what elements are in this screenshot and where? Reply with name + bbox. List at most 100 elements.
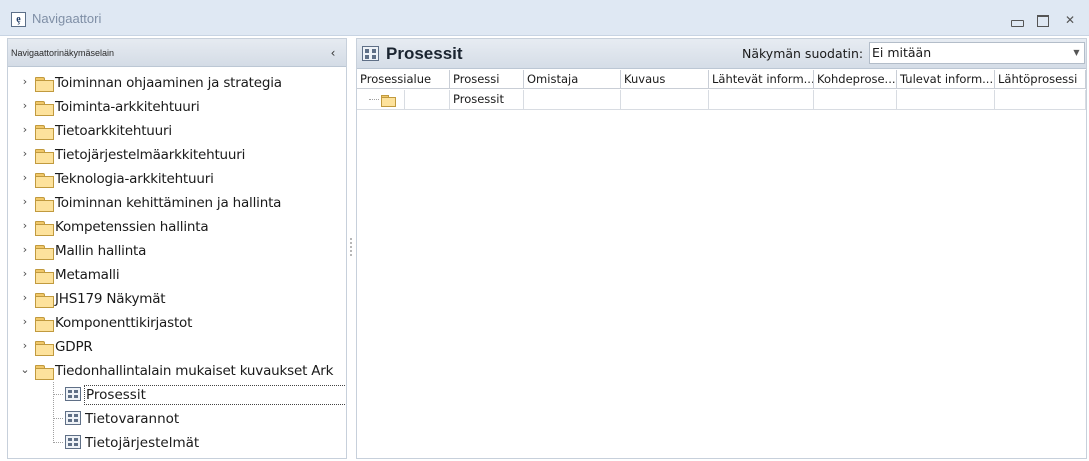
- column-header[interactable]: Prosessialue: [357, 70, 450, 89]
- collapse-panel-button[interactable]: ‹: [326, 45, 340, 61]
- chevron-right-icon[interactable]: ›: [18, 338, 32, 354]
- tree-child-tietojarjestelmat[interactable]: Tietojärjestelmät: [8, 431, 346, 455]
- content-panel-header: Prosessit Näkymän suodatin: Ei mitään ▼: [357, 39, 1086, 69]
- view-filter-value: Ei mitään: [872, 45, 932, 60]
- table-row[interactable]: Prosessit: [357, 90, 1086, 110]
- view-filter-label: Näkymän suodatin:: [742, 46, 864, 61]
- folder-icon: [381, 95, 396, 107]
- grid-header-row: Prosessialue Prosessi Omistaja Kuvaus Lä…: [357, 70, 1086, 89]
- folder-icon: [35, 221, 54, 236]
- tree-child-prosessit[interactable]: Prosessit: [8, 383, 346, 407]
- app-logo-icon: ȩ: [11, 12, 26, 27]
- folder-icon: [35, 317, 54, 332]
- page-title: Prosessit: [386, 44, 463, 63]
- tree-node-label: Komponenttikirjastot: [55, 315, 193, 331]
- table-cell: [995, 90, 1086, 110]
- table-cell: Prosessit: [450, 90, 524, 110]
- folder-icon: [35, 341, 54, 356]
- maximize-button[interactable]: [1034, 12, 1052, 28]
- navigator-tree: › Toiminnan ohjaaminen ja strategia › To…: [8, 71, 346, 457]
- folder-icon: [35, 101, 54, 116]
- grid-view-icon: [65, 435, 81, 449]
- content-panel: Prosessit Näkymän suodatin: Ei mitään ▼ …: [356, 38, 1087, 459]
- folder-open-icon: [35, 365, 54, 380]
- tree-node-expanded[interactable]: ⌄ Tiedonhallintalain mukaiset kuvaukset …: [8, 359, 346, 383]
- tree-node-label: Toiminnan kehittäminen ja hallinta: [55, 195, 282, 211]
- folder-icon: [35, 245, 54, 260]
- folder-icon: [35, 293, 54, 308]
- chevron-right-icon[interactable]: ›: [18, 266, 32, 282]
- tree-node[interactable]: › Komponenttikirjastot: [8, 311, 346, 335]
- tree-node[interactable]: › Kompetenssien hallinta: [8, 215, 346, 239]
- tree-connector-line: [53, 442, 63, 443]
- chevron-right-icon[interactable]: ›: [18, 146, 32, 162]
- tree-node[interactable]: › GDPR: [8, 335, 346, 359]
- tree-node-label: Toiminnan ohjaaminen ja strategia: [55, 75, 282, 91]
- tree-node-label: Kompetenssien hallinta: [55, 219, 209, 235]
- tree-node-label: Tietojärjestelmäarkkitehtuuri: [55, 147, 246, 163]
- folder-icon: [35, 269, 54, 284]
- tree-node-label: Toiminta-arkkitehtuuri: [55, 99, 200, 115]
- chevron-down-icon[interactable]: ⌄: [18, 362, 32, 378]
- folder-icon: [35, 149, 54, 164]
- tree-node[interactable]: › Mallin hallinta: [8, 239, 346, 263]
- column-header[interactable]: Omistaja: [524, 70, 621, 89]
- window-titlebar: ȩ Navigaattori ✕: [0, 0, 1089, 36]
- minimize-button[interactable]: [1008, 12, 1026, 28]
- chevron-right-icon[interactable]: ›: [18, 170, 32, 186]
- column-header[interactable]: Lähtöprosessi: [995, 70, 1086, 89]
- tree-node[interactable]: › Tietoarkkitehtuuri: [8, 119, 346, 143]
- grid-view-icon: [65, 411, 81, 425]
- close-button[interactable]: ✕: [1061, 12, 1079, 28]
- tree-child-label: Prosessit: [84, 385, 346, 405]
- column-header[interactable]: Kohdeprose...: [814, 70, 897, 89]
- table-cell: [621, 90, 709, 110]
- chevron-right-icon[interactable]: ›: [18, 218, 32, 234]
- folder-icon: [35, 77, 54, 92]
- tree-node[interactable]: › Toiminta-arkkitehtuuri: [8, 95, 346, 119]
- chevron-right-icon[interactable]: ›: [18, 122, 32, 138]
- table-cell: [357, 90, 405, 110]
- tree-node[interactable]: › Teknologia-arkkitehtuuri: [8, 167, 346, 191]
- column-header[interactable]: Lähtevät inform...: [709, 70, 814, 89]
- tree-node[interactable]: › Toiminnan ohjaaminen ja strategia: [8, 71, 346, 95]
- chevron-right-icon[interactable]: ›: [18, 194, 32, 210]
- folder-icon: [35, 173, 54, 188]
- chevron-right-icon[interactable]: ›: [18, 74, 32, 90]
- table-cell: [814, 90, 897, 110]
- tree-node-label: Metamalli: [55, 267, 120, 283]
- tree-node[interactable]: › Toiminnan kehittäminen ja hallinta: [8, 191, 346, 215]
- tree-node[interactable]: › Tietojärjestelmäarkkitehtuuri: [8, 143, 346, 167]
- tree-node-label: Tiedonhallintalain mukaiset kuvaukset Ar…: [55, 363, 334, 379]
- folder-icon: [35, 197, 54, 212]
- chevron-right-icon[interactable]: ›: [18, 242, 32, 258]
- column-header[interactable]: Tulevat inform...: [897, 70, 995, 89]
- tree-node[interactable]: › JHS179 Näkymät: [8, 287, 346, 311]
- tree-node[interactable]: › Metamalli: [8, 263, 346, 287]
- chevron-right-icon[interactable]: ›: [18, 314, 32, 330]
- column-header[interactable]: Kuvaus: [621, 70, 709, 89]
- table-cell: [897, 90, 995, 110]
- table-cell: [405, 90, 450, 110]
- grid-view-icon: [362, 46, 379, 61]
- tree-node-label: GDPR: [55, 339, 93, 355]
- column-header[interactable]: Prosessi: [450, 70, 524, 89]
- navigator-panel: Navigaattorinäkymäselain ‹ › Toiminnan o…: [7, 38, 347, 459]
- chevron-down-icon[interactable]: ▼: [1069, 43, 1084, 63]
- chevron-right-icon[interactable]: ›: [18, 98, 32, 114]
- tree-node-label: Mallin hallinta: [55, 243, 147, 259]
- folder-icon: [35, 125, 54, 140]
- tree-node-label: Teknologia-arkkitehtuuri: [55, 171, 214, 187]
- table-cell: [524, 90, 621, 110]
- window-title: Navigaattori: [32, 11, 102, 26]
- chevron-right-icon[interactable]: ›: [18, 290, 32, 306]
- tree-child-label: Tietojärjestelmät: [85, 435, 200, 451]
- tree-child-label: Tietovarannot: [85, 411, 180, 427]
- table-cell: [709, 90, 814, 110]
- panel-splitter[interactable]: [348, 38, 354, 459]
- tree-connector-line: [369, 99, 379, 100]
- tree-child-tietovarannot[interactable]: Tietovarannot: [8, 407, 346, 431]
- tree-connector-line: [53, 418, 63, 419]
- view-filter-select[interactable]: Ei mitään ▼: [869, 42, 1085, 64]
- tree-node-label: Tietoarkkitehtuuri: [55, 123, 172, 139]
